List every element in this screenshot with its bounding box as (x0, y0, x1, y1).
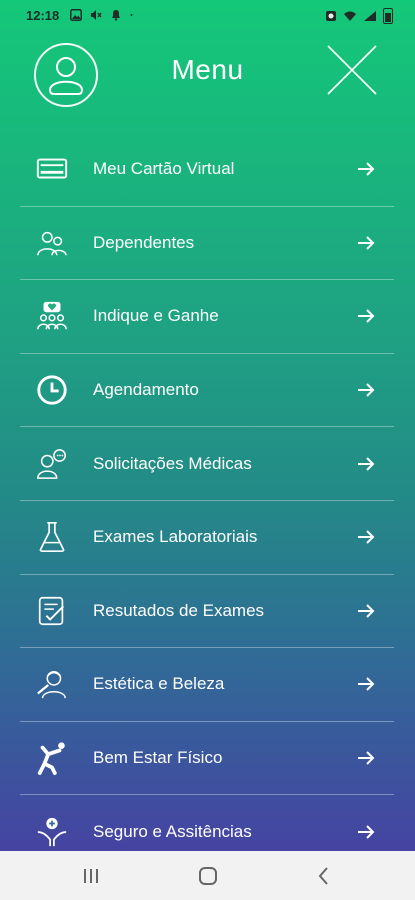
recent-apps-icon[interactable] (80, 865, 102, 887)
card-icon (34, 151, 70, 187)
status-right-icons (325, 8, 393, 24)
menu-screen: 12:18 Menu Meu Cartão Virtual Dependente… (0, 0, 415, 900)
menu-item-agendamento[interactable]: Agendamento (20, 354, 394, 428)
home-icon[interactable] (197, 865, 219, 887)
menu-item-dependentes[interactable]: Dependentes (20, 207, 394, 281)
menu-item-solicitacoes-medicas[interactable]: Solicitações Médicas (20, 427, 394, 501)
arrow-right-icon (358, 824, 375, 839)
wifi-icon (344, 11, 356, 21)
signal-icon (364, 11, 376, 21)
menu-list: Meu Cartão Virtual Dependentes Indique e… (20, 133, 394, 868)
arrow-right-icon (358, 456, 375, 471)
mute-icon (91, 10, 102, 20)
menu-item-label: Agendamento (93, 380, 199, 400)
group-heart-icon (34, 298, 70, 334)
menu-item-label: Solicitações Médicas (93, 453, 252, 473)
doctor-chat-icon (34, 446, 70, 482)
back-icon[interactable] (313, 865, 335, 887)
menu-item-label: Meu Cartão Virtual (93, 159, 235, 179)
menu-item-cartao-virtual[interactable]: Meu Cartão Virtual (20, 133, 394, 207)
flask-icon (34, 519, 70, 555)
checklist-icon (34, 593, 70, 629)
people-icon (34, 225, 70, 261)
arrow-right-icon (358, 751, 375, 765)
menu-item-estetica-beleza[interactable]: Estética e Beleza (20, 648, 394, 722)
status-left-icons (70, 9, 136, 21)
menu-item-label: Seguro e Assitências (93, 821, 252, 841)
menu-item-label: Dependentes (93, 232, 195, 252)
alarm-icon (326, 11, 336, 21)
system-nav-bar (0, 851, 415, 900)
menu-item-label: Resutados de Exames (93, 600, 265, 620)
arrow-right-icon (358, 162, 375, 177)
dot-icon (130, 14, 133, 16)
arrow-right-icon (358, 236, 375, 250)
arrow-right-icon (358, 383, 375, 397)
status-time: 12:18 (26, 8, 60, 23)
dnd-icon (112, 10, 120, 21)
menu-item-label: Exames Laboratoriais (93, 527, 258, 547)
status-bar: 12:18 (0, 0, 415, 32)
arrow-right-icon (358, 309, 375, 324)
clock-icon (34, 372, 70, 408)
menu-item-bem-estar-fisico[interactable]: Bem Estar Físico (20, 722, 394, 796)
image-icon (70, 9, 82, 21)
menu-item-indique-ganhe[interactable]: Indique e Ganhe (20, 280, 394, 354)
beauty-icon (34, 666, 70, 702)
header: Menu (0, 36, 415, 108)
stretch-icon (34, 740, 70, 776)
menu-item-label: Bem Estar Físico (93, 748, 223, 768)
menu-item-exames-laboratoriais[interactable]: Exames Laboratoriais (20, 501, 394, 575)
arrow-right-icon (358, 677, 375, 692)
arrow-right-icon (358, 530, 375, 544)
menu-item-resultados-exames[interactable]: Resutados de Exames (20, 575, 394, 649)
care-hands-icon (34, 814, 70, 850)
battery-icon (383, 8, 393, 24)
arrow-right-icon (358, 604, 375, 618)
menu-item-label: Indique e Ganhe (93, 306, 219, 326)
close-icon[interactable] (324, 42, 380, 98)
menu-item-label: Estética e Beleza (93, 674, 225, 694)
